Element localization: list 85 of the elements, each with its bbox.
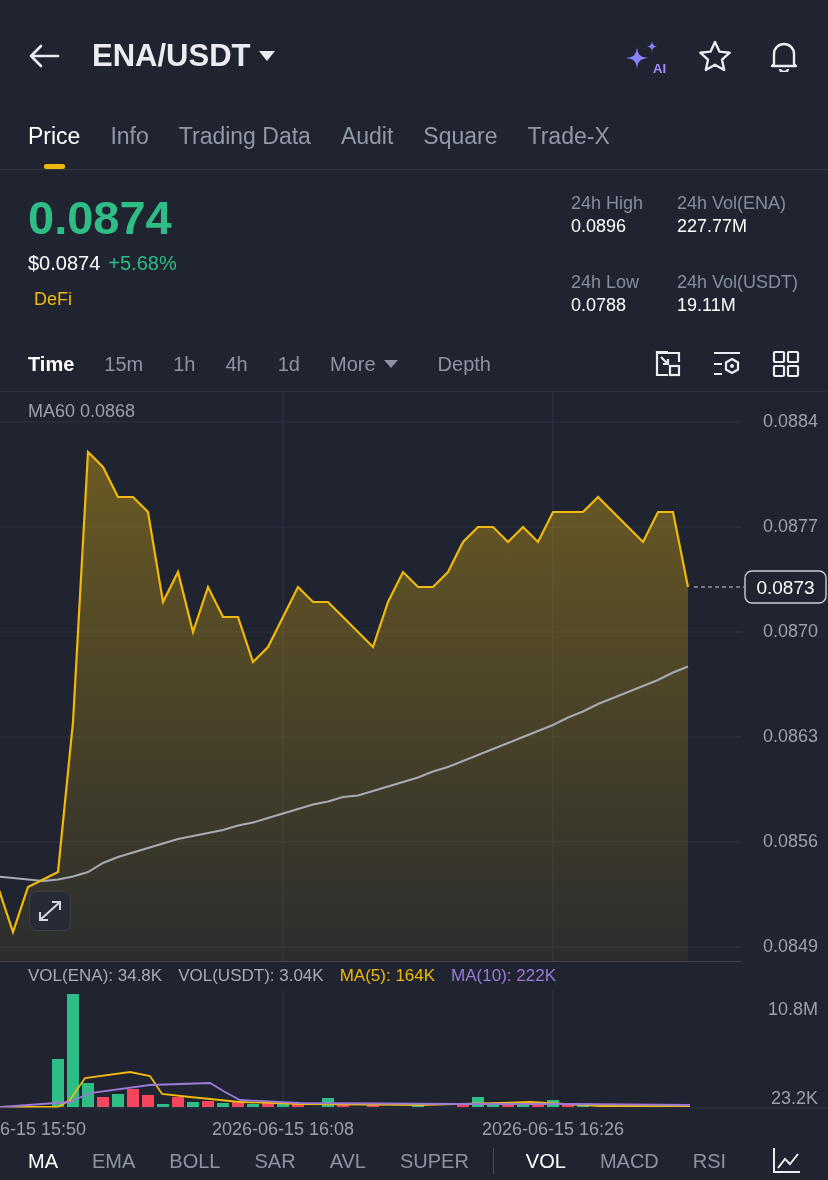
line-chart-icon[interactable]	[772, 1148, 800, 1174]
volume-bar	[547, 1100, 559, 1107]
volume-bar	[142, 1095, 154, 1107]
volume-bar	[172, 1097, 184, 1107]
axis-label: 0.0849	[762, 935, 818, 956]
bell-icon[interactable]	[768, 40, 800, 72]
stat-value: 227.77M	[676, 214, 748, 237]
volume-bar	[247, 1104, 259, 1107]
legend-item: VOL(USDT): 3.04K	[178, 965, 324, 988]
indicator-tab[interactable]: SUPER	[399, 1146, 469, 1176]
expand-icon[interactable]	[29, 891, 71, 931]
indicator-tab[interactable]: MACD	[599, 1146, 659, 1176]
indicator-settings-icon[interactable]	[712, 349, 742, 378]
indicator-tab[interactable]: AVL	[329, 1146, 366, 1176]
volume-bar	[292, 1104, 304, 1107]
tab[interactable]: Info	[110, 112, 149, 169]
back-icon[interactable]	[28, 44, 60, 68]
volume-bar	[112, 1094, 124, 1107]
indicator-tab[interactable]: MA	[28, 1146, 58, 1176]
volume-bar	[337, 1104, 349, 1107]
interval-tab[interactable]: 4h	[225, 348, 248, 379]
usd-price: $0.0874	[28, 250, 101, 276]
volume-bar	[97, 1097, 109, 1107]
stat-value: 19.11M	[676, 293, 737, 316]
legend-item: MA(5): 164K	[339, 965, 436, 988]
axis-label: 0.0877	[762, 515, 818, 536]
volume-bar	[217, 1103, 229, 1107]
interval-tab[interactable]: More	[330, 348, 398, 379]
volume-bar	[127, 1089, 139, 1107]
stat-label: 24h Low	[570, 271, 640, 294]
stat-value: 0.0788	[570, 293, 627, 316]
resize-icon[interactable]	[654, 349, 682, 378]
axis-label: 0.0870	[762, 620, 818, 641]
tab[interactable]: Square	[423, 112, 498, 169]
star-icon[interactable]	[698, 40, 732, 72]
tab[interactable]: Trading Data	[178, 112, 311, 169]
volume-bar	[277, 1104, 289, 1107]
last-price: 0.0874	[28, 192, 173, 244]
caret-icon	[383, 358, 398, 369]
indicator-tab[interactable]: SAR	[254, 1146, 296, 1176]
tab[interactable]: Price	[28, 112, 81, 169]
volume-bar	[472, 1097, 484, 1107]
indicator-tab[interactable]: RSI	[692, 1146, 727, 1176]
axis-label: 10.8M	[767, 999, 818, 1019]
volume-bar	[262, 1103, 274, 1107]
grid-icon[interactable]	[772, 349, 800, 378]
last-price-tag: 0.0873	[744, 570, 827, 604]
last-price-line	[693, 586, 745, 588]
stat-label: 24h Vol(ENA)	[676, 192, 787, 215]
volume-bar	[52, 1059, 64, 1107]
legend-item: MA(10): 222K	[451, 965, 556, 988]
tab[interactable]: Audit	[340, 112, 394, 169]
interval-tab[interactable]: 1d	[277, 348, 300, 379]
time-label: 6-15 15:50	[0, 1119, 87, 1139]
volume-bar	[232, 1101, 244, 1107]
legend-item: VOL(ENA): 34.8K	[28, 965, 163, 988]
time-label: 2026-06-15 16:08	[211, 1119, 355, 1139]
price-change: +5.68%	[108, 250, 177, 276]
interval-tab[interactable]: Depth	[437, 348, 491, 379]
stat-label: 24h High	[570, 192, 644, 215]
axis-label: 23.2K	[770, 1088, 818, 1108]
ma-label: MA60 0.0868	[28, 401, 136, 421]
volume-bar	[367, 1104, 379, 1107]
axis-label: 0.0863	[762, 725, 818, 746]
volume-bar	[157, 1104, 169, 1107]
stat-label: 24h Vol(USDT)	[676, 271, 798, 294]
axis-label: 0.0884	[762, 410, 818, 431]
stat-value: 0.0896	[570, 214, 627, 237]
volume-bar	[517, 1104, 529, 1107]
indicator-tab[interactable]: EMA	[92, 1146, 136, 1176]
time-label: 2026-06-15 16:26	[481, 1119, 625, 1139]
indicator-tab[interactable]: VOL	[525, 1146, 566, 1176]
axis-label: 0.0856	[762, 830, 818, 851]
pair-selector[interactable]: ENA/USDT	[92, 32, 277, 80]
volume-bar	[82, 1083, 94, 1107]
caret-icon	[258, 50, 277, 62]
tab[interactable]: Trade-X	[527, 112, 610, 169]
volume-bar	[202, 1101, 214, 1107]
category-tag[interactable]: DeFi	[34, 288, 72, 309]
volume-bar	[187, 1102, 199, 1107]
volume-bar	[322, 1098, 334, 1107]
interval-tab[interactable]: 15m	[104, 348, 144, 379]
interval-tab[interactable]: Time	[28, 348, 75, 379]
indicator-tab[interactable]: BOLL	[169, 1146, 221, 1176]
interval-tab[interactable]: 1h	[173, 348, 196, 379]
